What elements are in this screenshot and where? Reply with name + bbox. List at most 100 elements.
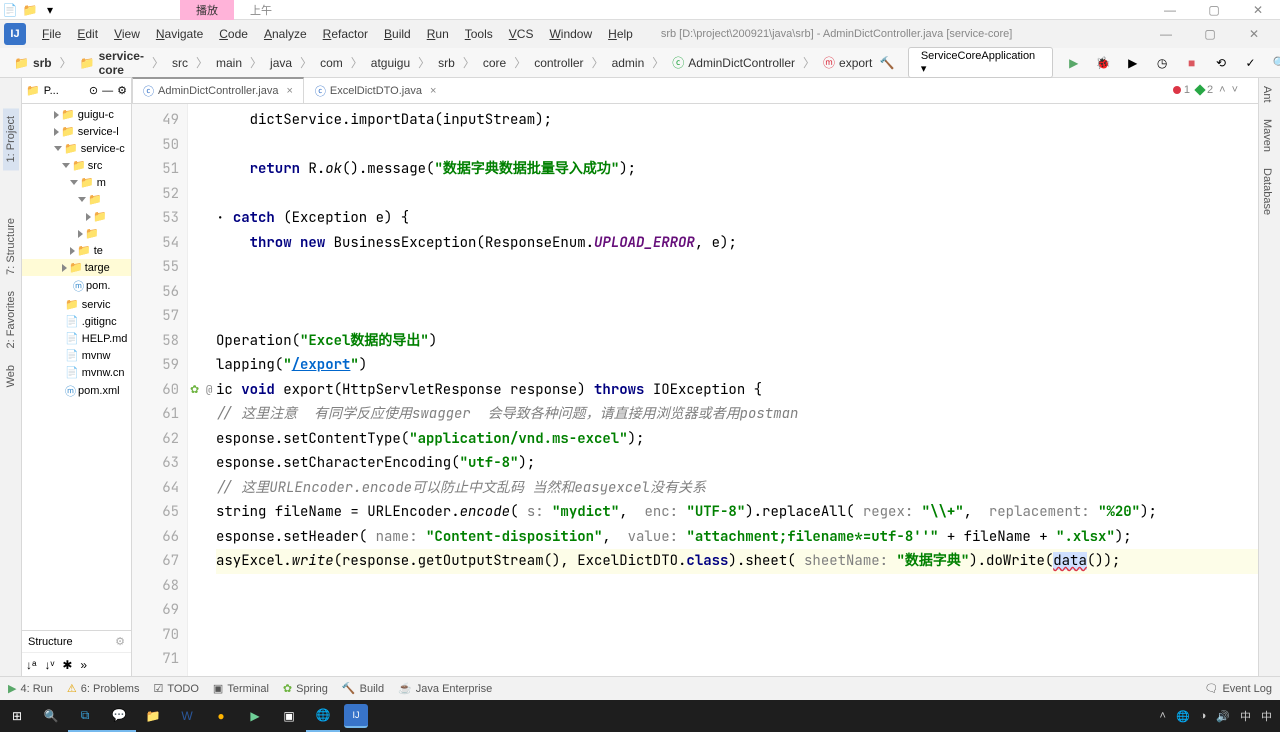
crumb-core[interactable]: core (477, 54, 512, 72)
tree-node[interactable]: 📁 service-c (22, 140, 131, 157)
tree-node[interactable]: 📄 mvnw (22, 347, 131, 364)
run-config-select[interactable]: ServiceCoreApplication ▾ (908, 47, 1053, 78)
word-icon[interactable]: W (170, 700, 204, 732)
tree-node[interactable]: 📁 te (22, 242, 131, 259)
menu-window[interactable]: Window (541, 23, 600, 45)
bottom-event-log[interactable]: 🗨Event Log (1204, 682, 1272, 695)
crumb-main[interactable]: main (210, 54, 248, 72)
start-button[interactable]: ⊞ (0, 700, 34, 732)
crumb-src[interactable]: src (166, 54, 194, 72)
bottom-todo[interactable]: ☑TODO (153, 682, 198, 695)
sort-visibility-icon[interactable]: ↓ᵛ (44, 658, 54, 672)
menu-analyze[interactable]: Analyze (256, 23, 315, 45)
editor-tab[interactable]: ⓒAdminDictController.java× (132, 77, 304, 103)
profile-icon[interactable]: ◷ (1153, 54, 1170, 72)
crumb-atguigu[interactable]: atguigu (365, 54, 416, 72)
app-icon-1[interactable]: ● (204, 700, 238, 732)
tray-chevron-up-icon[interactable]: ˄ (1160, 710, 1166, 722)
gutter-marks[interactable]: ✿ @ (188, 104, 216, 676)
tree-node[interactable]: 📁 (22, 191, 131, 208)
tree-node[interactable]: 📄 mvnw.cn (22, 364, 131, 381)
coverage-icon[interactable]: ▶ (1124, 54, 1141, 72)
tree-node[interactable]: 📁 service-l (22, 123, 131, 140)
tree-node[interactable]: 📄 .gitignc (22, 313, 131, 330)
wechat-icon[interactable]: 💬 (102, 700, 136, 732)
menu-code[interactable]: Code (211, 23, 256, 45)
tab-close-icon[interactable]: × (286, 85, 292, 97)
chevron-down-icon[interactable]: ˅ (1232, 84, 1238, 96)
app-icon-2[interactable]: ▶ (238, 700, 272, 732)
crumb-srb[interactable]: srb (432, 54, 461, 72)
vcs-commit-icon[interactable]: ✓ (1242, 54, 1259, 72)
structure-header[interactable]: Structure⚙ (22, 630, 131, 652)
tray-network-icon[interactable]: 🌐 (1176, 710, 1190, 723)
minimize-icon[interactable]: — (1148, 0, 1192, 20)
collapse-icon[interactable]: — (102, 85, 113, 97)
bottom-spring[interactable]: ✿Spring (283, 682, 328, 695)
bottom-java-enterprise[interactable]: ☕Java Enterprise (398, 682, 492, 695)
more-icon[interactable]: » (80, 658, 87, 672)
select-target-icon[interactable]: ⊙ (89, 84, 98, 97)
ide-minimize-icon[interactable]: — (1144, 20, 1188, 48)
search-icon[interactable]: 🔍 (1271, 54, 1280, 72)
menu-edit[interactable]: Edit (69, 23, 106, 45)
vscode-icon[interactable]: ⧉ (68, 700, 102, 732)
tab-close-icon[interactable]: × (430, 85, 436, 97)
crumb-controller[interactable]: controller (528, 54, 589, 72)
tool-maven[interactable]: Maven (1259, 111, 1275, 160)
menu-view[interactable]: View (106, 23, 148, 45)
tree-node[interactable]: 📁 src (22, 157, 131, 174)
crumb-export[interactable]: ⓜ export (817, 52, 878, 73)
tree-node[interactable]: ⓜ pom. (22, 276, 131, 296)
tree-node[interactable]: 📁 targe (22, 259, 131, 276)
bottom-run[interactable]: ▶4: Run (8, 682, 53, 695)
bottom-problems[interactable]: ⚠6: Problems (67, 682, 140, 695)
bottom-terminal[interactable]: ▣Terminal (213, 682, 269, 695)
tree-node[interactable]: 📁 m (22, 174, 131, 191)
menu-refactor[interactable]: Refactor (315, 23, 376, 45)
tray-volume-icon[interactable]: 🔊 (1216, 710, 1230, 723)
project-panel-header[interactable]: 📁 P... ⊙ — ⚙ (22, 78, 131, 104)
tool-structure[interactable]: 7: Structure (3, 210, 19, 283)
tray-ime-2[interactable]: 中 (1261, 708, 1272, 724)
ide-close-icon[interactable]: ✕ (1232, 20, 1276, 48)
app-icon-3[interactable]: ▣ (272, 700, 306, 732)
tree-node[interactable]: ⓜ pom.xml (22, 381, 131, 401)
code[interactable]: dictService.importData(inputStream); ret… (216, 104, 1258, 676)
bottom-build[interactable]: 🔨Build (342, 682, 384, 695)
structure-toolbar[interactable]: ↓ᵃ ↓ᵛ ✱ » (22, 652, 131, 676)
tree-node[interactable]: 📁 servic (22, 296, 131, 313)
filter-icon[interactable]: ✱ (62, 658, 72, 672)
menu-file[interactable]: File (34, 23, 69, 45)
tree-node[interactable]: 📄 HELP.md (22, 330, 131, 347)
chrome-icon[interactable]: 🌐 (306, 700, 340, 732)
menu-vcs[interactable]: VCS (501, 23, 542, 45)
editor-tab[interactable]: ⓒExcelDictDTO.java× (304, 78, 448, 103)
search-taskbar-icon[interactable]: 🔍 (34, 700, 68, 732)
tool-database[interactable]: Database (1259, 160, 1275, 223)
top-tab-am[interactable]: 上午 (234, 0, 288, 20)
project-tree[interactable]: 📁 guigu-c 📁 service-l 📁 service-c 📁 src … (22, 104, 131, 630)
stop-icon[interactable]: ■ (1183, 54, 1200, 72)
crumb-AdminDictController[interactable]: ⓒ AdminDictController (666, 52, 801, 73)
tool-ant[interactable]: Ant (1259, 78, 1275, 111)
tray-ime-1[interactable]: 中 (1240, 708, 1251, 724)
crumb-service-core[interactable]: 📁 service-core (74, 47, 150, 79)
tool-project[interactable]: 1: Project (3, 108, 19, 170)
menu-navigate[interactable]: Navigate (148, 23, 211, 45)
explorer-icon[interactable]: 📁 (136, 700, 170, 732)
intellij-taskbar-icon[interactable]: IJ (344, 704, 368, 728)
tool-favorites[interactable]: 2: Favorites (3, 283, 19, 356)
line-gutter[interactable]: 4950515253545556575859606162636465666768… (132, 104, 188, 676)
crumb-admin[interactable]: admin (606, 54, 651, 72)
debug-icon[interactable]: 🐞 (1095, 54, 1112, 72)
run-icon[interactable]: ▶ (1065, 54, 1082, 72)
menu-run[interactable]: Run (419, 23, 457, 45)
code-area[interactable]: 4950515253545556575859606162636465666768… (132, 104, 1258, 676)
gear-icon[interactable]: ⚙ (117, 84, 127, 97)
menu-help[interactable]: Help (600, 23, 641, 45)
crumb-java[interactable]: java (264, 54, 298, 72)
vcs-update-icon[interactable]: ⟲ (1212, 54, 1229, 72)
tree-node[interactable]: 📁 guigu-c (22, 106, 131, 123)
menu-tools[interactable]: Tools (457, 23, 501, 45)
